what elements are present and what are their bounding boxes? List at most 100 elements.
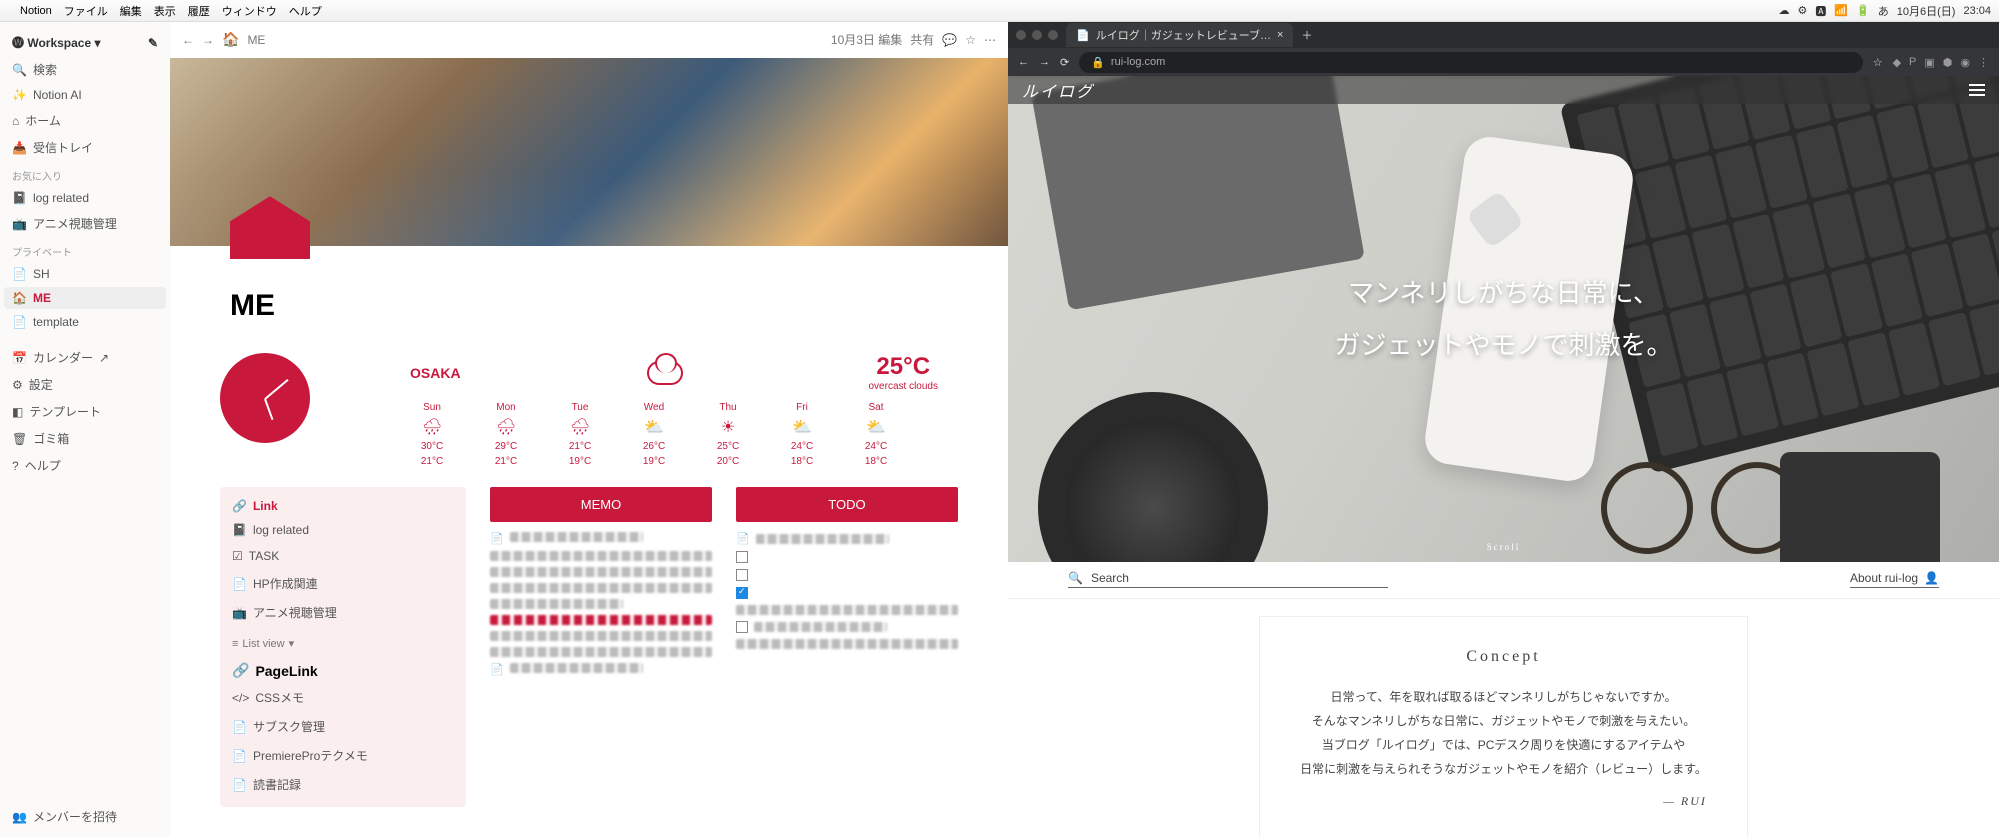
page-item[interactable]: 📄 PremiereProテクメモ: [232, 745, 454, 766]
status-icon[interactable]: ☁: [1779, 4, 1790, 17]
more-icon[interactable]: ⋯: [984, 33, 996, 47]
menu-help[interactable]: ヘルプ: [289, 3, 322, 19]
status-icon[interactable]: 📶: [1834, 4, 1848, 17]
todo-button[interactable]: TODO: [736, 487, 958, 522]
status-icon[interactable]: あ: [1878, 3, 1889, 19]
link-item[interactable]: ☑ TASK: [232, 547, 454, 565]
concept-title: Concept: [1300, 641, 1707, 673]
link-item[interactable]: 📄 HP作成関連: [232, 573, 454, 594]
priv-item[interactable]: 📄 SH: [4, 263, 166, 285]
browser-window: 📄 ルイログ｜ガジェットレビューブ… × ＋ ← → ⟳ 🔒rui-log.co…: [1008, 22, 1999, 837]
notion-topbar: ← → 🏠 ME 10月3日 編集 共有 💬 ☆ ⋯: [170, 22, 1008, 58]
fav-item[interactable]: 📓 log related: [4, 187, 166, 209]
menubar-date[interactable]: 10月6日(日): [1897, 3, 1956, 19]
reload-icon[interactable]: ⟳: [1060, 56, 1069, 69]
hero-section: マンネリしがちな日常に、 ガジェットやモノで刺激を。 Scroll: [1008, 76, 1999, 562]
sidebar-ai[interactable]: ✨ Notion AI: [4, 84, 166, 106]
page-title[interactable]: ME: [230, 289, 1008, 323]
sidebar-inbox[interactable]: 📥 受信トレイ: [4, 135, 166, 160]
weather-widget: OSAKA 25°C overcast clouds Sun🌧30°C21°C …: [220, 353, 958, 467]
close-icon[interactable]: ×: [1277, 29, 1283, 41]
memo-button[interactable]: MEMO: [490, 487, 712, 522]
link-item[interactable]: 📓 log related: [232, 521, 454, 539]
status-icon[interactable]: ⚙: [1798, 4, 1808, 17]
weather-city: OSAKA: [410, 365, 461, 381]
sub-header: 🔍 Search About rui-log 👤: [1008, 562, 1999, 599]
sidebar-settings[interactable]: ⚙ 設定: [4, 372, 166, 397]
traffic-lights[interactable]: [1016, 30, 1058, 40]
link-item[interactable]: 📺 アニメ視聴管理: [232, 602, 454, 623]
link-block: 🔗 Link 📓 log related ☑ TASK 📄 HP作成関連 📺 ア…: [220, 487, 466, 807]
macos-menubar: Notion ファイル 編集 表示 履歴 ウィンドウ ヘルプ ☁ ⚙ 🅰 📶 🔋…: [0, 0, 1999, 22]
checkbox[interactable]: [736, 621, 748, 633]
sidebar-trash[interactable]: 🗑 ゴミ箱: [4, 426, 166, 451]
hero-text: マンネリしがちな日常に、 ガジェットやモノで刺激を。: [1334, 267, 1672, 371]
nav-back-icon[interactable]: ←: [182, 33, 194, 47]
link-title: 🔗 Link: [232, 499, 454, 513]
browser-addressbar: ← → ⟳ 🔒rui-log.com ☆ ◆P▣⬢◉⋮: [1008, 48, 1999, 76]
new-page-icon[interactable]: ✎: [148, 36, 158, 50]
checkbox[interactable]: [736, 587, 748, 599]
checkbox[interactable]: [736, 569, 748, 581]
about-link[interactable]: About rui-log 👤: [1850, 571, 1939, 588]
section-favorites: お気に入り: [4, 162, 166, 185]
menu-file[interactable]: ファイル: [64, 3, 108, 19]
menubar-time[interactable]: 23:04: [1963, 5, 1991, 17]
priv-item[interactable]: 📄 template: [4, 311, 166, 333]
notion-main: ← → 🏠 ME 10月3日 編集 共有 💬 ☆ ⋯ ME OS: [170, 22, 1008, 837]
sidebar-invite[interactable]: 👥 メンバーを招待: [4, 804, 166, 829]
lock-icon: 🔒: [1091, 56, 1105, 69]
weather-cond: overcast clouds: [869, 381, 938, 392]
hamburger-icon[interactable]: [1969, 84, 1985, 96]
star-icon[interactable]: ☆: [1873, 56, 1883, 69]
fav-item[interactable]: 📺 アニメ視聴管理: [4, 211, 166, 236]
site-logo[interactable]: ルイログ: [1022, 78, 1094, 102]
notion-window: 🅦 Workspace ▾ ✎ 🔍 検索 ✨ Notion AI ⌂ ホーム 📥…: [0, 22, 1008, 837]
sidebar-calendar[interactable]: 📅 カレンダー ↗: [4, 345, 166, 370]
priv-item-me[interactable]: 🏠 ME: [4, 287, 166, 309]
share-button[interactable]: 共有: [910, 31, 934, 48]
sidebar-search[interactable]: 🔍 検索: [4, 57, 166, 82]
menu-view[interactable]: 表示: [154, 3, 176, 19]
page-item[interactable]: </> CSSメモ: [232, 687, 454, 708]
sidebar-templates[interactable]: ◧ テンプレート: [4, 399, 166, 424]
listview-toggle[interactable]: ≡ List view ▾: [232, 631, 454, 650]
forecast-row: Sun🌧30°C21°C Mon🌧29°C21°C Tue🌧21°C19°C W…: [350, 402, 958, 467]
url-field[interactable]: 🔒rui-log.com: [1079, 52, 1862, 73]
status-icon[interactable]: 🔋: [1856, 4, 1870, 17]
browser-tab[interactable]: 📄 ルイログ｜ガジェットレビューブ… ×: [1066, 23, 1293, 47]
menu-edit[interactable]: 編集: [120, 3, 142, 19]
webpage: ルイログ マンネリしがちな日常に、 ガジェットやモノで刺激を。 Scroll: [1008, 76, 1999, 837]
status-icon[interactable]: 🅰: [1815, 3, 1826, 19]
pagelink-heading: 🔗 PageLink: [232, 662, 454, 679]
site-search[interactable]: 🔍 Search: [1068, 571, 1388, 588]
comments-icon[interactable]: 💬: [942, 33, 957, 47]
browser-tabbar: 📄 ルイログ｜ガジェットレビューブ… × ＋: [1008, 22, 1999, 48]
todo-column: TODO 📄: [736, 487, 958, 807]
last-edited: 10月3日 編集: [831, 31, 902, 48]
scroll-indicator: Scroll: [1487, 542, 1521, 552]
nav-back-icon[interactable]: ←: [1018, 56, 1029, 68]
extension-icons[interactable]: ◆P▣⬢◉⋮: [1893, 56, 1989, 69]
section-private: プライベート: [4, 238, 166, 261]
star-icon[interactable]: ☆: [965, 33, 976, 47]
nav-fwd-icon[interactable]: →: [1039, 56, 1050, 68]
menubar-app[interactable]: Notion: [20, 5, 52, 17]
sidebar-help[interactable]: ? ヘルプ: [4, 453, 166, 478]
sidebar-home[interactable]: ⌂ ホーム: [4, 108, 166, 133]
workspace-switcher[interactable]: 🅦 Workspace ▾ ✎: [4, 30, 166, 55]
memo-column: MEMO 📄 📄: [490, 487, 712, 807]
new-tab-icon[interactable]: ＋: [1301, 27, 1312, 43]
notion-sidebar: 🅦 Workspace ▾ ✎ 🔍 検索 ✨ Notion AI ⌂ ホーム 📥…: [0, 22, 170, 837]
clock-widget: [220, 353, 310, 443]
nav-fwd-icon[interactable]: →: [202, 33, 214, 47]
signature: — RUI: [1300, 789, 1707, 813]
cloud-icon: [647, 361, 683, 385]
checkbox[interactable]: [736, 551, 748, 563]
menu-window[interactable]: ウィンドウ: [222, 3, 277, 19]
page-item[interactable]: 📄 読書記録: [232, 774, 454, 795]
concept-block: Concept 日常って、年を取れば取るほどマンネリしがちじゃないですか。 そん…: [1260, 617, 1747, 837]
breadcrumb[interactable]: ME: [247, 33, 265, 47]
page-item[interactable]: 📄 サブスク管理: [232, 716, 454, 737]
menu-history[interactable]: 履歴: [188, 3, 210, 19]
